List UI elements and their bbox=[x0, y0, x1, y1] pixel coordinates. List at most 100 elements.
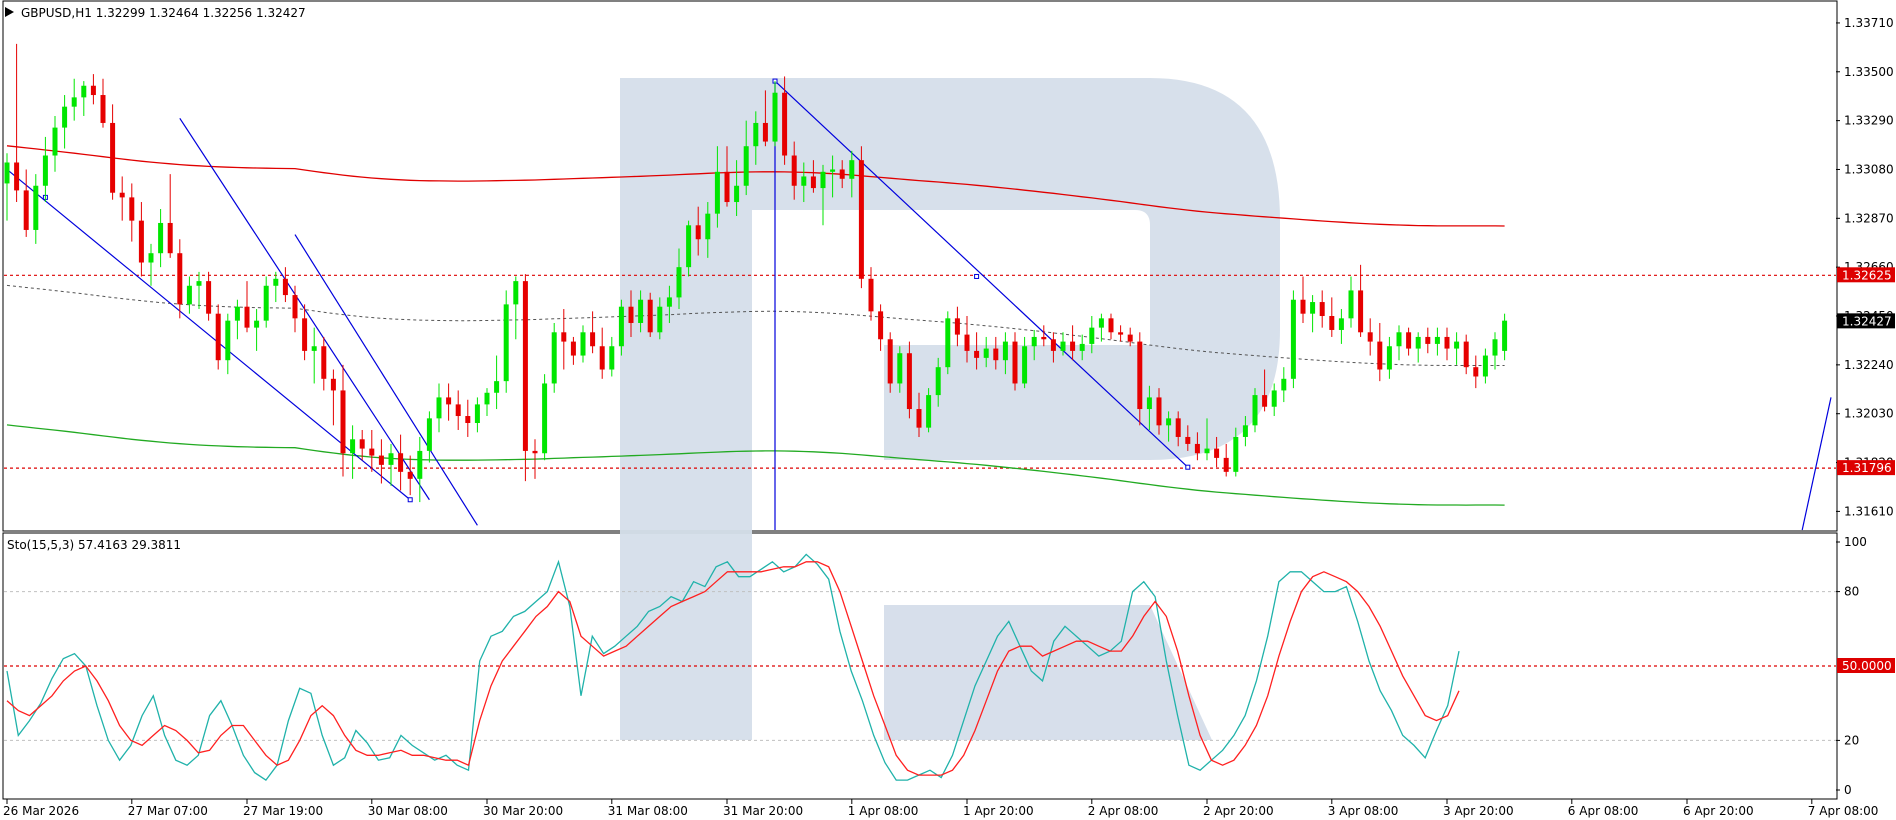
candle-body bbox=[1012, 341, 1018, 384]
candle-body bbox=[974, 350, 980, 358]
candle-body bbox=[935, 367, 941, 396]
candle-body bbox=[916, 409, 922, 428]
candle bbox=[522, 274, 528, 482]
time-tick-label: 27 Mar 19:00 bbox=[243, 804, 323, 818]
candle-body bbox=[263, 285, 269, 321]
candle-body bbox=[705, 213, 711, 240]
candle-body bbox=[81, 85, 87, 98]
candle-body bbox=[926, 395, 932, 428]
candle-body bbox=[138, 220, 144, 263]
candle-body bbox=[1127, 334, 1133, 342]
candle-body bbox=[1223, 457, 1229, 472]
candle-body bbox=[206, 281, 212, 314]
candle-body bbox=[810, 176, 816, 189]
candle-body bbox=[446, 397, 452, 405]
candle-body bbox=[782, 92, 788, 156]
candle-body bbox=[407, 471, 413, 479]
candle-body bbox=[983, 348, 989, 358]
candle-body bbox=[1204, 448, 1210, 454]
candle-body bbox=[302, 318, 308, 351]
candle-body bbox=[820, 171, 826, 189]
candle-body bbox=[1098, 318, 1104, 328]
candle-body bbox=[1194, 443, 1200, 454]
time-tick-label: 26 Mar 2026 bbox=[3, 804, 79, 818]
trend-anchor-point bbox=[974, 273, 980, 279]
time-tick-label: 30 Mar 08:00 bbox=[368, 804, 448, 818]
candle-body bbox=[1386, 346, 1392, 370]
candle-body bbox=[1338, 318, 1344, 330]
trend-anchor-point bbox=[1185, 464, 1191, 470]
symbol-info-label: GBPUSD,H1 1.32299 1.32464 1.32256 1.3242… bbox=[21, 6, 306, 20]
time-tick-label: 3 Apr 20:00 bbox=[1443, 804, 1514, 818]
candle-body bbox=[666, 297, 672, 307]
candle-body bbox=[618, 306, 624, 347]
candle-body bbox=[1454, 341, 1460, 349]
stochastic-info-label: Sto(15,5,3) 57.4163 29.3811 bbox=[7, 538, 181, 552]
time-tick-label: 3 Apr 08:00 bbox=[1328, 804, 1399, 818]
candle-body bbox=[52, 127, 58, 156]
candle-body bbox=[1290, 299, 1296, 379]
chart-svg: 1.33710 1.33500 1.33290 1.33080 1.32870 1.326… bbox=[2, 0, 1895, 818]
candle-body bbox=[292, 295, 298, 319]
osc-tick-label: 20 bbox=[1844, 733, 1859, 747]
candle-body bbox=[599, 346, 605, 370]
time-tick-label: 1 Apr 08:00 bbox=[848, 804, 919, 818]
candle-body bbox=[542, 383, 548, 454]
candle-body bbox=[148, 253, 154, 263]
candle-body bbox=[1415, 336, 1421, 349]
candle-body bbox=[1233, 436, 1239, 472]
candle-body bbox=[1425, 336, 1431, 344]
candle-body bbox=[426, 418, 432, 451]
candle-body bbox=[897, 353, 903, 384]
candle-body bbox=[906, 353, 912, 410]
candle-body bbox=[570, 341, 576, 356]
resistance-tag-label: 1.32625 bbox=[1842, 268, 1892, 282]
candle-body bbox=[110, 122, 116, 193]
candle-body bbox=[465, 416, 471, 424]
candle-body bbox=[1262, 395, 1268, 407]
time-tick-label: 2 Apr 20:00 bbox=[1203, 804, 1274, 818]
candle-body bbox=[762, 122, 768, 142]
current-price-tag-label: 1.32427 bbox=[1842, 314, 1892, 328]
candle-body bbox=[186, 285, 192, 305]
osc-tick-label: 0 bbox=[1844, 783, 1852, 797]
candle-body bbox=[311, 346, 317, 351]
osc-tick-label: 100 bbox=[1844, 535, 1867, 549]
price-tick-label: 1.32030 bbox=[1844, 407, 1894, 421]
candle-body bbox=[1060, 341, 1066, 351]
candle-body bbox=[1367, 332, 1373, 342]
candle-body bbox=[71, 97, 77, 107]
candle-body bbox=[1434, 336, 1440, 344]
candle-body bbox=[858, 160, 864, 279]
candle-body bbox=[1031, 336, 1037, 347]
candle-body bbox=[196, 281, 202, 286]
candle-body bbox=[417, 450, 423, 479]
candle-body bbox=[484, 392, 490, 405]
candle bbox=[858, 146, 864, 289]
candle-body bbox=[1214, 448, 1220, 458]
candle bbox=[945, 311, 951, 375]
candle-body bbox=[369, 448, 375, 456]
candle bbox=[215, 304, 221, 370]
candle-body bbox=[714, 171, 720, 214]
oscillator-axis: 100 80 20 0 50.0000 bbox=[1836, 535, 1895, 797]
candle-body bbox=[1482, 355, 1488, 377]
candle-body bbox=[1118, 332, 1124, 335]
candle-body bbox=[42, 155, 48, 186]
candle-body bbox=[1166, 418, 1172, 426]
candle-body bbox=[1271, 390, 1277, 407]
candle-body bbox=[532, 450, 538, 454]
candle-body bbox=[954, 318, 960, 335]
time-tick-label: 30 Mar 20:00 bbox=[483, 804, 563, 818]
candle-body bbox=[1358, 290, 1364, 333]
candle-body bbox=[23, 190, 29, 230]
candle-body bbox=[1377, 341, 1383, 370]
candle-body bbox=[993, 348, 999, 361]
candle-body bbox=[830, 169, 836, 172]
candle-body bbox=[1002, 341, 1008, 361]
time-tick-label: 31 Mar 20:00 bbox=[723, 804, 803, 818]
candle-body bbox=[129, 197, 135, 221]
candle-body bbox=[215, 313, 221, 361]
candle-body bbox=[282, 278, 288, 296]
candle-body bbox=[273, 278, 279, 286]
